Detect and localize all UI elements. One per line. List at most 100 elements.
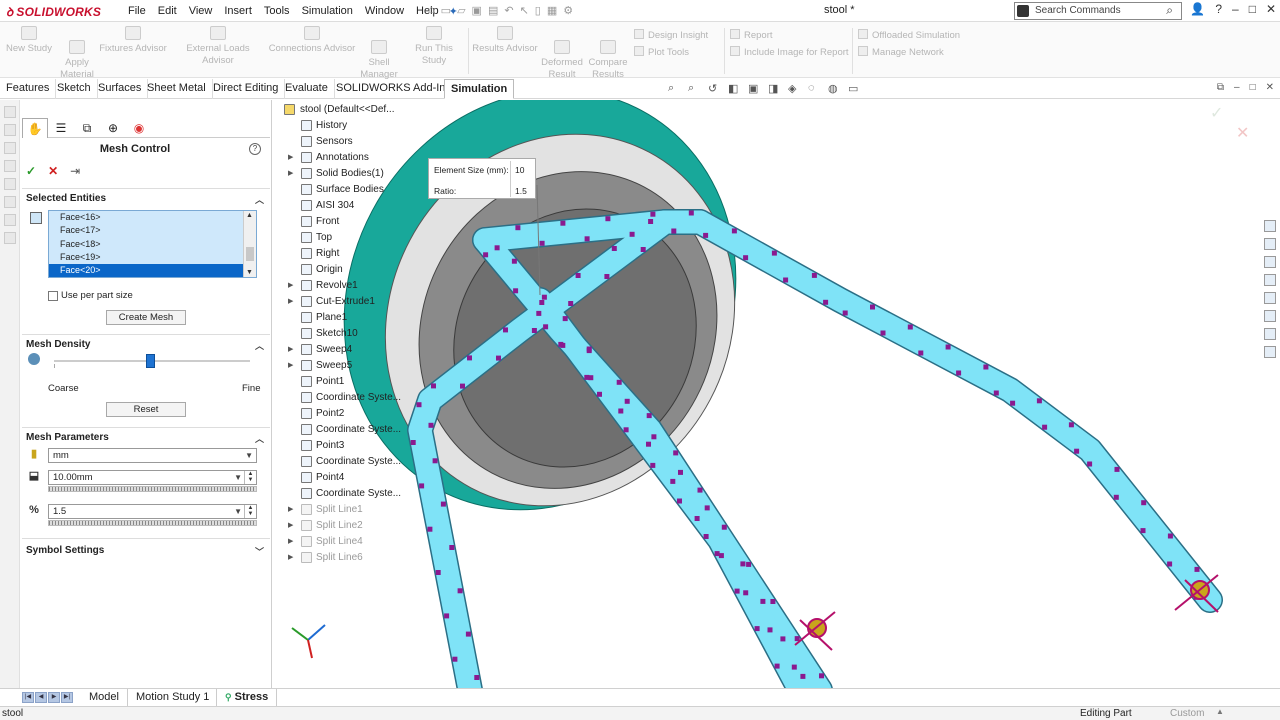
strip-icon[interactable]	[3, 142, 16, 154]
compare-results-button[interactable]: Compare Results	[586, 40, 630, 81]
menu-insert[interactable]: Insert	[218, 5, 258, 17]
list-item[interactable]: Face<16>	[49, 211, 256, 224]
tab-dimxpert-manager[interactable]: ⊕	[100, 118, 126, 138]
spin-stepper[interactable]: ▲ ▼	[244, 505, 256, 518]
manage-network-button[interactable]: Manage Network	[858, 46, 944, 58]
chevron-down-icon[interactable]: ▼	[245, 449, 253, 462]
print-icon[interactable]: ▤	[488, 4, 498, 17]
chevron-down-icon[interactable]: ▼	[234, 505, 242, 518]
selected-entities-list[interactable]: Face<16> Face<17> Face<18> Face<19> Face…	[48, 210, 257, 278]
expand-chevron-icon[interactable]: ﹀	[255, 545, 264, 558]
expand-arrow-icon[interactable]: ▶	[288, 342, 296, 358]
plot-tools-button[interactable]: Plot Tools	[634, 46, 689, 58]
rebuild-icon[interactable]: ▯	[535, 4, 541, 17]
expand-arrow-icon[interactable]: ▶	[288, 358, 296, 374]
menu-edit[interactable]: Edit	[152, 5, 183, 17]
spin-stepper[interactable]: ▲ ▼	[244, 471, 256, 484]
expand-arrow-icon[interactable]: ▶	[288, 166, 296, 182]
shell-manager-button[interactable]: Shell Manager	[358, 40, 400, 81]
help-icon[interactable]: ?	[1215, 2, 1222, 16]
list-item[interactable]: Face<17>	[49, 224, 256, 237]
run-this-study-button[interactable]: Run This Study	[402, 26, 466, 67]
list-scrollbar[interactable]: ▲ ▼	[243, 211, 256, 277]
previous-view-icon[interactable]: ↺	[708, 82, 722, 95]
viewport-close-icon[interactable]: ✕	[1266, 82, 1274, 93]
status-units[interactable]: Custom	[1170, 708, 1204, 719]
open-icon[interactable]: ▱	[457, 4, 465, 17]
mesh-parameters-header[interactable]: Mesh Parameters ︿	[26, 432, 270, 448]
mesh-density-slider-thumb[interactable]	[145, 354, 155, 368]
strip-icon[interactable]	[3, 124, 16, 136]
connections-advisor-button[interactable]: Connections Advisor	[268, 26, 356, 55]
ratio-thumbwheel[interactable]	[48, 520, 257, 526]
zoom-to-fit-icon[interactable]: ⌕	[668, 82, 682, 95]
options-gear-icon[interactable]: ⚙	[563, 4, 573, 17]
collapse-chevron-icon[interactable]: ︿	[255, 339, 264, 352]
tab-configuration-manager[interactable]: ⧉	[74, 118, 100, 138]
view-orientation-icon[interactable]: ▣	[748, 82, 762, 95]
reset-button[interactable]: Reset	[106, 402, 186, 417]
prev-tab-icon[interactable]: ◀	[35, 692, 47, 703]
menu-file[interactable]: File	[122, 5, 152, 17]
list-item-selected[interactable]: Face<20>	[49, 264, 256, 277]
minimize-icon[interactable]: –	[1232, 2, 1239, 16]
last-tab-icon[interactable]: ▶|	[61, 692, 73, 703]
viewport-restore-icon[interactable]: ⧉	[1217, 82, 1224, 93]
undo-icon[interactable]: ↶	[504, 4, 513, 17]
apply-scene-icon[interactable]: ◍	[828, 82, 842, 95]
element-size-input[interactable]: 10.00mm ▼ ▲ ▼	[48, 470, 257, 485]
new-document-icon[interactable]: ▭	[441, 4, 451, 17]
tab-motion-study-1[interactable]: Motion Study 1	[128, 689, 219, 707]
search-commands-box[interactable]: Search Commands ⌕	[1014, 2, 1182, 20]
ratio-input[interactable]: 1.5 ▼ ▲ ▼	[48, 504, 257, 519]
search-icon[interactable]: ⌕	[1166, 3, 1173, 18]
new-study-button[interactable]: New Study	[6, 26, 52, 55]
external-loads-advisor-button[interactable]: External Loads Advisor	[170, 26, 266, 67]
tab-property-manager[interactable]: ☰	[48, 118, 74, 138]
units-dropdown-icon[interactable]: ▲	[1216, 707, 1224, 716]
symbol-settings-header[interactable]: Symbol Settings ﹀	[26, 545, 270, 561]
fixtures-advisor-button[interactable]: Fixtures Advisor	[98, 26, 168, 55]
search-mode-icon[interactable]	[1017, 5, 1029, 17]
close-icon[interactable]: ✕	[1266, 2, 1276, 16]
scroll-thumb[interactable]	[246, 247, 254, 261]
strip-icon[interactable]	[3, 214, 16, 226]
simulation-task-icon[interactable]	[1264, 346, 1276, 358]
next-tab-icon[interactable]: ▶	[48, 692, 60, 703]
home-icon[interactable]: ⌂	[428, 4, 435, 17]
tab-surfaces[interactable]: Surfaces	[92, 79, 149, 99]
strip-icon[interactable]	[3, 196, 16, 208]
report-button[interactable]: Report	[730, 29, 773, 41]
select-icon[interactable]: ↖	[520, 4, 529, 17]
mesh-density-header[interactable]: Mesh Density ︿	[26, 339, 270, 355]
design-library-icon[interactable]	[1264, 238, 1276, 250]
scroll-down-icon[interactable]: ▼	[246, 269, 253, 276]
menu-view[interactable]: View	[183, 5, 219, 17]
cancel-x-icon[interactable]: ✕	[48, 164, 58, 178]
solidworks-logo[interactable]: ꝺ SOLIDWORKS	[6, 3, 101, 20]
display-style-icon[interactable]: ◨	[768, 82, 782, 95]
tab-feature-manager[interactable]: ✋	[22, 118, 48, 138]
chevron-down-icon[interactable]: ▼	[234, 471, 242, 484]
design-insight-button[interactable]: Design Insight	[634, 29, 708, 41]
deformed-result-button[interactable]: Deformed Result	[540, 40, 584, 81]
apply-material-button[interactable]: Apply Material	[56, 40, 98, 81]
view-palette-icon[interactable]	[1264, 274, 1276, 286]
file-properties-icon[interactable]: ▦	[547, 4, 557, 17]
tab-direct-editing[interactable]: Direct Editing	[207, 79, 286, 99]
menu-simulation[interactable]: Simulation	[296, 5, 359, 17]
menu-tools[interactable]: Tools	[258, 5, 296, 17]
first-tab-icon[interactable]: |◀	[22, 692, 34, 703]
tab-solidworks-add-ins[interactable]: SOLIDWORKS Add-Ins	[330, 79, 458, 99]
collapse-chevron-icon[interactable]: ︿	[255, 193, 264, 206]
create-mesh-button[interactable]: Create Mesh	[106, 310, 186, 325]
ok-check-icon[interactable]: ✓	[26, 164, 36, 178]
custom-properties-icon[interactable]	[1264, 310, 1276, 322]
list-item[interactable]: Face<19>	[49, 251, 256, 264]
results-advisor-button[interactable]: Results Advisor	[472, 26, 538, 55]
list-item[interactable]: Face<18>	[49, 238, 256, 251]
expand-arrow-icon[interactable]: ▶	[288, 550, 296, 566]
expand-arrow-icon[interactable]: ▶	[288, 294, 296, 310]
unit-select[interactable]: mm ▼	[48, 448, 257, 463]
strip-icon[interactable]	[3, 232, 16, 244]
